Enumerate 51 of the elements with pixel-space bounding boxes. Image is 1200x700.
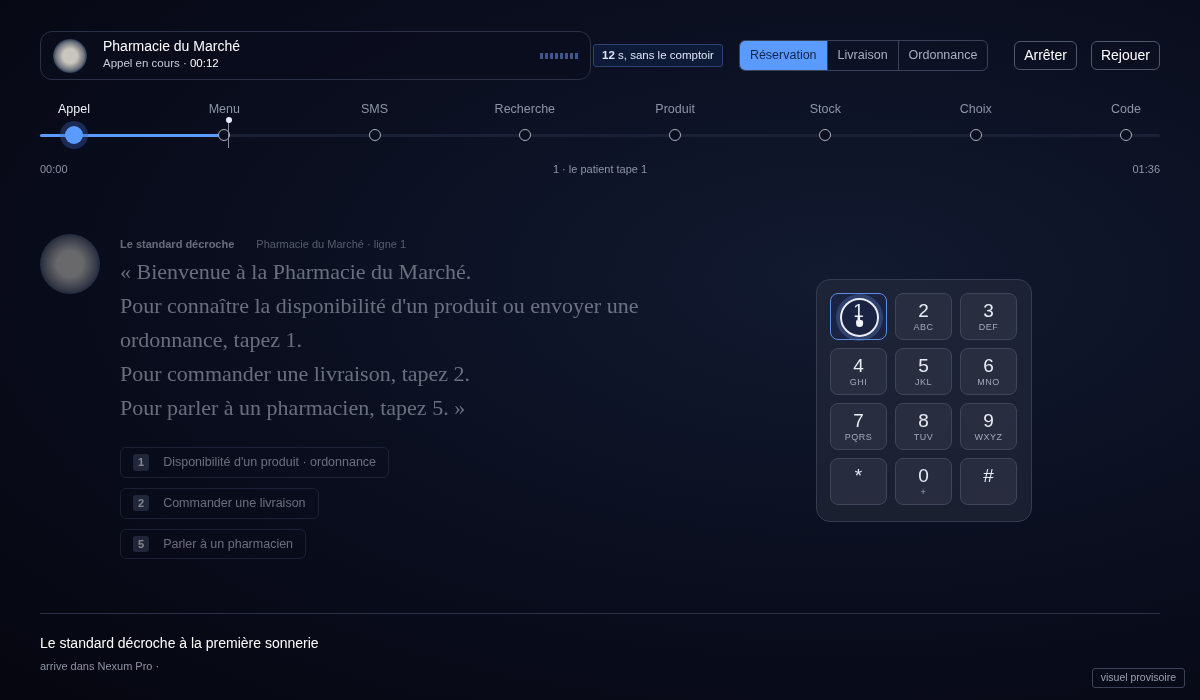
keypad-key[interactable]: 0 + [895, 457, 952, 505]
keypad-key[interactable]: # [960, 457, 1017, 505]
step-marker[interactable] [1119, 129, 1132, 141]
time-badge: 12 s, sans le comptoir [593, 43, 723, 68]
step-label: Appel [58, 101, 90, 117]
menu-option: 1 Disponibilité d'un produit · ordonnance [120, 447, 390, 478]
stop-button[interactable]: Arrêter [1014, 41, 1077, 70]
step-label: Code [1111, 101, 1141, 117]
draft-tag: visuel provisoire [1091, 668, 1185, 688]
step-label: Recherche [494, 101, 556, 117]
scenario-tab[interactable]: Réservation [739, 41, 827, 70]
start-time: 00:00 [40, 162, 68, 177]
scenario-tab[interactable]: Livraison [826, 41, 898, 70]
keypad-key[interactable]: 6 MNO [960, 347, 1017, 395]
scenario-tab[interactable]: Ordonnance [897, 41, 988, 70]
footer-subtitle: arrive dans Nexum Pro · [40, 659, 161, 674]
step-label: Stock [809, 101, 842, 117]
keypad-key[interactable]: 4 GHI [830, 347, 887, 395]
keypad-key[interactable]: 5 JKL [895, 347, 952, 395]
message-line: Pour commander une livraison, tapez 2. [120, 360, 472, 388]
step-marker[interactable] [65, 126, 83, 144]
audio-wave-icon [540, 51, 578, 60]
caller-name: Pharmacie du Marché [103, 38, 241, 56]
menu-option: 5 Parler à un pharmacien [120, 528, 307, 560]
call-status: Appel en cours · 00:12 [103, 56, 220, 72]
footer-title: Le standard décroche à la première sonnerie [40, 634, 320, 653]
keypad-key[interactable]: 2 ABC [895, 292, 952, 340]
replay-button[interactable]: Rejouer [1090, 41, 1160, 70]
phone-line: Pharmacie du Marché · ligne 1 [256, 237, 407, 250]
step-marker[interactable] [819, 129, 832, 141]
pharmacy-avatar [53, 38, 87, 73]
step-label: SMS [361, 101, 389, 117]
sender-name: Le standard décroche [120, 237, 235, 250]
step-marker[interactable] [669, 129, 682, 141]
keypad-key[interactable]: 7 PQRS [830, 402, 887, 450]
menu-option: 2 Commander une livraison [120, 487, 319, 519]
step-marker[interactable] [518, 129, 531, 141]
keypad-key[interactable]: 8 TUV [895, 402, 952, 450]
message-line: Pour connaître la disponibilité d'un produit ou envoyer une ordonnance, tapez 1. [120, 292, 640, 354]
keypad-key[interactable]: * [830, 457, 887, 505]
step-marker[interactable] [368, 129, 381, 141]
step-label: Produit [655, 101, 695, 117]
message-line: « Bienvenue à la Pharmacie du Marché. [120, 258, 473, 286]
timeline-caption: 1 · le patient tape 1 [552, 162, 648, 177]
end-time: 01:36 [1132, 162, 1160, 177]
step-label: Choix [959, 101, 992, 117]
keypad-key[interactable]: 9 WXYZ [960, 402, 1017, 450]
step-marker[interactable] [969, 129, 982, 141]
step-label: Menu [208, 101, 240, 117]
message-line: Pour parler à un pharmacien, tapez 5. » [120, 394, 467, 422]
keypad-key[interactable]: 3 DEF [960, 292, 1017, 340]
